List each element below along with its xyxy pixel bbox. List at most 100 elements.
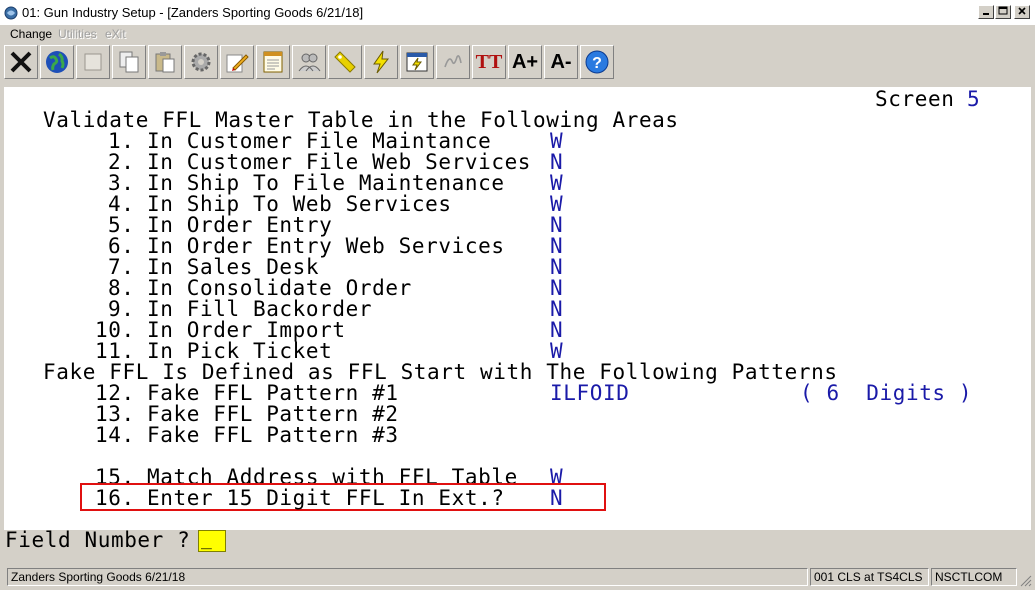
users-button[interactable] xyxy=(292,45,326,79)
field-value: N xyxy=(550,255,564,279)
field-label: In Order Entry xyxy=(147,213,333,237)
field-value: W xyxy=(550,171,564,195)
users-icon xyxy=(298,53,321,72)
font-smaller-button[interactable]: A- xyxy=(544,45,578,79)
signature-button[interactable] xyxy=(436,45,470,79)
field-label: In Sales Desk xyxy=(147,255,320,279)
menu-change[interactable]: Change xyxy=(10,27,52,41)
toolbar: TT A+ A- ? xyxy=(0,44,1035,82)
field-value: W xyxy=(550,129,564,153)
field-number: 6. xyxy=(108,234,135,258)
field-number: 14. xyxy=(95,423,135,447)
field-number: 13. xyxy=(95,402,135,426)
menu-utilities[interactable]: Utilities xyxy=(58,27,97,41)
edit-icon xyxy=(226,54,249,73)
blank-button[interactable] xyxy=(76,45,110,79)
settings-button[interactable] xyxy=(184,45,218,79)
field-value: N xyxy=(550,486,564,510)
screen-label: Screen xyxy=(875,87,955,111)
title-bar: 01: Gun Industry Setup - [Zanders Sporti… xyxy=(0,0,1035,26)
screen-number: 5 xyxy=(967,87,981,111)
font-larger-icon: A+ xyxy=(511,50,539,73)
field-value: N xyxy=(550,276,564,300)
globe-button[interactable] xyxy=(40,45,74,79)
field-label: Fake FFL Pattern #1 xyxy=(147,381,399,405)
notes-icon xyxy=(263,51,283,73)
blank-icon xyxy=(84,53,102,71)
notes-button[interactable] xyxy=(256,45,290,79)
field-label: In Order Import xyxy=(147,318,346,342)
field-label: In Pick Ticket xyxy=(147,339,333,363)
window-title: 01: Gun Industry Setup - [Zanders Sporti… xyxy=(22,5,364,20)
maximize-button[interactable] xyxy=(995,5,1011,19)
status-session: 001 CLS at TS4CLS xyxy=(810,568,929,586)
field-value: N xyxy=(550,297,564,321)
field-value: W xyxy=(550,192,564,216)
field-label: In Customer File Maintance xyxy=(147,129,492,153)
lightning-icon xyxy=(373,50,390,74)
close-button[interactable] xyxy=(1014,5,1030,19)
field-label: In Customer File Web Services xyxy=(147,150,532,174)
copy-icon xyxy=(119,51,139,73)
field-number: 9. xyxy=(108,297,135,321)
edit-button[interactable] xyxy=(220,45,254,79)
field-number: 1. xyxy=(108,129,135,153)
field-number-prompt: Field Number ? xyxy=(5,528,191,552)
field-label: In Order Entry Web Services xyxy=(147,234,505,258)
paste-icon xyxy=(155,52,175,73)
field-label: Enter 15 Digit FFL In Ext.? xyxy=(147,486,505,510)
field-label: Fake FFL Pattern #3 xyxy=(147,423,399,447)
field-label: In Ship To File Maintenance xyxy=(147,171,505,195)
globe-icon xyxy=(46,51,68,73)
terminal-screen: Screen 5 Validate FFL Master Table in th… xyxy=(4,87,1031,530)
status-bar: Zanders Sporting Goods 6/21/18 001 CLS a… xyxy=(0,566,1035,590)
run-form-icon xyxy=(406,52,428,72)
field-number: 2. xyxy=(108,150,135,174)
signature-icon xyxy=(444,55,462,68)
pattern-digits-note: ( 6 Digits ) xyxy=(800,381,973,405)
tag-button[interactable] xyxy=(328,45,362,79)
field-value: N xyxy=(550,213,564,237)
paste-button[interactable] xyxy=(148,45,182,79)
field-value: N xyxy=(550,150,564,174)
field-number: 11. xyxy=(95,339,135,363)
close-icon xyxy=(1018,7,1026,15)
field-number: 3. xyxy=(108,171,135,195)
field-number: 4. xyxy=(108,192,135,216)
app-icon xyxy=(4,6,18,20)
tag-icon xyxy=(334,51,356,73)
command-bar: Field Number ? _ xyxy=(0,530,1035,565)
field-number: 5. xyxy=(108,213,135,237)
field-number: 12. xyxy=(95,381,135,405)
minimize-button[interactable] xyxy=(978,5,994,19)
menu-exit[interactable]: eXit xyxy=(105,27,126,41)
field-value: ILFOID xyxy=(550,381,630,405)
font-tt-button[interactable]: TT xyxy=(472,45,506,79)
minimize-icon xyxy=(983,13,989,15)
field-value: W xyxy=(550,339,564,363)
field-number: 7. xyxy=(108,255,135,279)
close-x-icon xyxy=(10,51,32,73)
field-label: In Fill Backorder xyxy=(147,297,373,321)
close-x-button[interactable] xyxy=(4,45,38,79)
field-number: 10. xyxy=(95,318,135,342)
run-form-button[interactable] xyxy=(400,45,434,79)
section-heading-validate: Validate FFL Master Table in the Followi… xyxy=(43,108,679,132)
menu-bar: Change Utilities eXit xyxy=(0,26,1035,44)
field-label: In Ship To Web Services xyxy=(147,192,452,216)
section-heading-fake-ffl: Fake FFL Is Defined as FFL Start with Th… xyxy=(43,360,838,384)
lightning-button[interactable] xyxy=(364,45,398,79)
field-number-input[interactable]: _ xyxy=(198,530,226,552)
font-smaller-icon: A- xyxy=(550,50,572,73)
field-value: N xyxy=(550,318,564,342)
font-tt-icon: TT xyxy=(475,50,503,73)
help-button[interactable]: ? xyxy=(580,45,614,79)
resize-grip-icon[interactable] xyxy=(1019,574,1032,587)
help-icon: ? xyxy=(585,50,609,74)
copy-button[interactable] xyxy=(112,45,146,79)
field-label: In Consolidate Order xyxy=(147,276,412,300)
field-number: 16. xyxy=(95,486,135,510)
font-larger-button[interactable]: A+ xyxy=(508,45,542,79)
svg-text:?: ? xyxy=(592,55,602,72)
field-value: N xyxy=(550,234,564,258)
